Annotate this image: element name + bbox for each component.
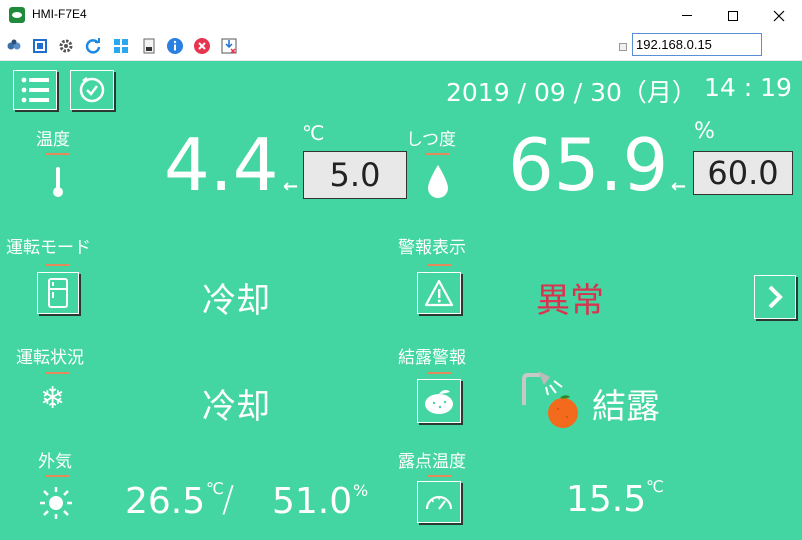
settings-icon[interactable] [57, 37, 75, 55]
outside-separator: / [222, 479, 235, 520]
thermometer-icon [53, 167, 63, 197]
gauge-icon [425, 495, 453, 510]
condensation-alarm-label: 結露警報 [398, 348, 466, 368]
temperature-unit: ℃ [302, 121, 325, 145]
close-circle-icon[interactable] [193, 37, 211, 55]
window-title: HMI-F7E4 [32, 7, 87, 21]
warning-icon [424, 279, 454, 307]
hmi-panel: 2019 / 09 / 30（月） 14 : 19 温度 4.4 ℃ ← 5.0… [0, 61, 802, 540]
temperature-label: 温度 [36, 130, 70, 150]
temperature-underline [45, 153, 69, 155]
temperature-value: 4.4 [164, 123, 279, 207]
dew-point-unit: ℃ [646, 477, 664, 496]
dew-point-underline [427, 475, 451, 477]
info-icon[interactable] [166, 37, 184, 55]
refrigerator-icon [48, 278, 68, 308]
alarm-display-underline [427, 264, 451, 266]
condensation-alarm-button[interactable] [417, 379, 461, 423]
run-mode-button[interactable] [37, 272, 79, 314]
list-icon [21, 77, 49, 103]
condensation-alarm-underline [427, 372, 451, 374]
water-drop-icon [428, 165, 448, 198]
close-icon [773, 10, 785, 21]
ip-address-input[interactable] [632, 33, 762, 56]
file-icon[interactable] [140, 37, 158, 55]
humidity-label: しつ度 [406, 130, 456, 150]
dew-point-value: 15.5 [566, 479, 647, 520]
setpoint-arrow-icon: ← [671, 176, 687, 197]
minimize-button[interactable] [664, 0, 710, 31]
ip-indicator [619, 43, 627, 51]
maximize-button[interactable] [710, 0, 756, 31]
outside-air-label: 外気 [38, 452, 72, 472]
alarm-display-label: 警報表示 [398, 238, 466, 258]
next-page-button[interactable] [754, 275, 796, 319]
maximize-icon [728, 10, 738, 21]
outside-humidity-unit: % [353, 481, 369, 500]
humidity-value: 65.9 [508, 123, 669, 207]
outside-humidity-value: 51.0 [272, 481, 353, 522]
condensation-alarm-value: 結露 [592, 387, 660, 427]
fullscreen-icon[interactable] [31, 37, 49, 55]
run-mode-value: 冷却 [202, 281, 270, 321]
setpoint-arrow-icon: ← [283, 176, 299, 197]
minimize-icon [682, 15, 692, 16]
run-status-underline [45, 372, 69, 374]
run-mode-underline [45, 264, 69, 266]
outside-air-underline [45, 475, 69, 477]
alarm-display-value: 異常 [536, 281, 604, 321]
app-eye-icon [9, 7, 25, 23]
dew-point-button[interactable] [417, 481, 461, 523]
fruit-icon [425, 389, 453, 414]
humidity-setpoint[interactable]: 60.0 [693, 151, 793, 195]
outside-temperature-value: 26.5 [125, 481, 206, 522]
date-display: 2019 / 09 / 30（月） [446, 78, 697, 107]
run-mode-label: 運転モード [6, 238, 91, 258]
close-button[interactable] [756, 0, 802, 31]
humidity-unit: % [694, 119, 715, 144]
refresh-icon[interactable] [84, 37, 102, 55]
timer-button[interactable] [70, 70, 114, 110]
download-icon[interactable] [220, 37, 238, 55]
shower-orange-icon [522, 371, 578, 428]
snowflake-icon: ❄ [40, 381, 66, 416]
sun-icon [40, 487, 72, 519]
timer-icon [79, 77, 105, 103]
dew-point-label: 露点温度 [398, 452, 466, 472]
menu-button[interactable] [13, 70, 57, 110]
alarm-display-button[interactable] [417, 272, 461, 314]
run-status-value: 冷却 [202, 387, 270, 427]
time-display: 14 : 19 [704, 73, 792, 102]
toolbar [0, 31, 802, 61]
chevron-right-icon [768, 285, 783, 309]
run-status-label: 運転状況 [16, 348, 84, 368]
humidity-underline [425, 153, 449, 155]
windows-icon[interactable] [112, 37, 130, 55]
connect-icon[interactable] [5, 37, 23, 55]
title-bar: HMI-F7E4 [0, 0, 802, 31]
temperature-setpoint[interactable]: 5.0 [303, 151, 407, 199]
